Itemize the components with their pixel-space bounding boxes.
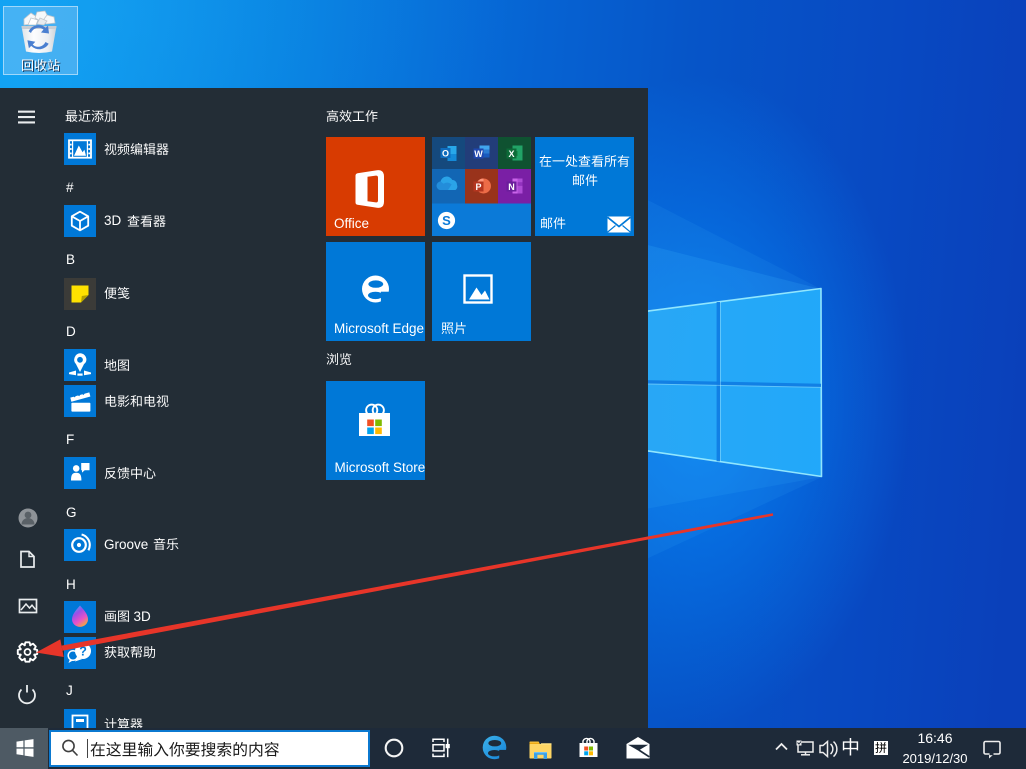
svg-text:?: ?: [79, 644, 87, 658]
svg-text:W: W: [474, 149, 483, 159]
svg-text:O: O: [441, 149, 448, 159]
svg-text:N: N: [508, 182, 515, 192]
svg-text:X: X: [508, 149, 514, 159]
svg-text:P: P: [475, 182, 481, 192]
svg-text:S: S: [442, 213, 451, 228]
